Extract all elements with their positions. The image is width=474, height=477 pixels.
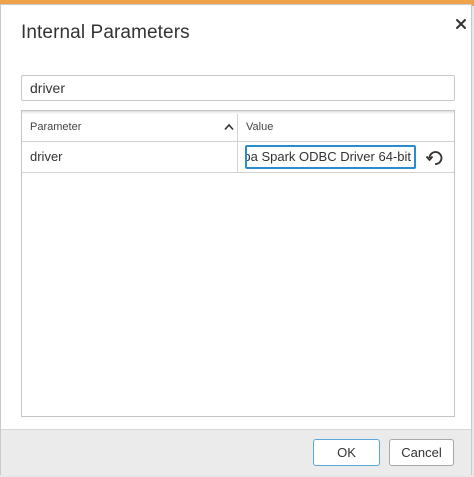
table-row[interactable]: driver ıba Spark ODBC Driver 64-bit (22, 142, 454, 173)
value-input-text: ıba Spark ODBC Driver 64-bit (245, 149, 411, 164)
grid-header-row: Parameter Value (22, 114, 454, 142)
column-header-value-label: Value (246, 121, 274, 133)
value-input[interactable]: ıba Spark ODBC Driver 64-bit (245, 145, 416, 169)
dialog-title: Internal Parameters (21, 22, 190, 43)
internal-parameters-dialog: Internal Parameters Parameter Value driv… (0, 4, 472, 475)
column-header-parameter-label: Parameter (30, 121, 82, 133)
ok-button[interactable]: OK (313, 439, 380, 466)
chevron-up-icon[interactable] (224, 123, 234, 131)
column-header-parameter[interactable]: Parameter (22, 114, 238, 141)
undo-icon[interactable] (424, 147, 446, 169)
parameters-grid: Parameter Value driver ıba Spark ODBC Dr… (21, 110, 455, 417)
filter-input[interactable] (21, 75, 455, 101)
parameter-cell: driver (22, 142, 238, 172)
close-icon[interactable] (453, 16, 469, 32)
cancel-button[interactable]: Cancel (389, 439, 454, 466)
dialog-footer: OK Cancel (1, 429, 471, 475)
column-header-value[interactable]: Value (238, 114, 454, 141)
